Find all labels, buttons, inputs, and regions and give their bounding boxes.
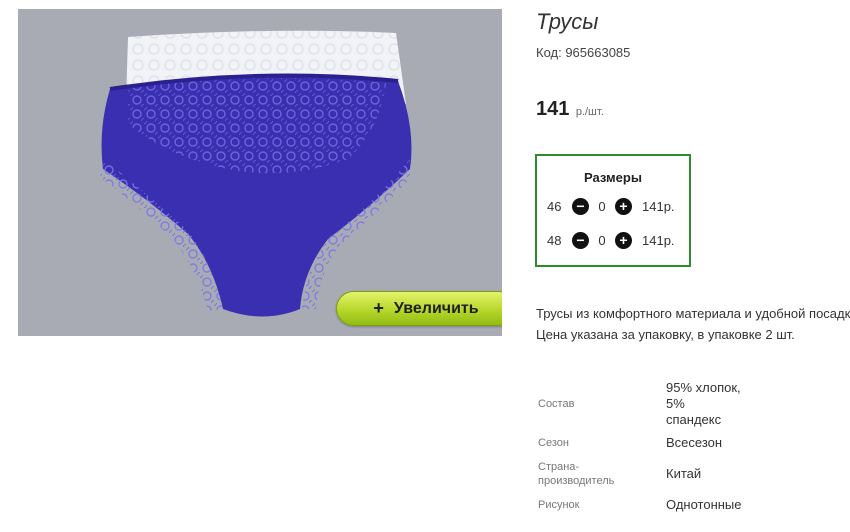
product-price: 141 р./шт. — [536, 98, 604, 121]
spec-value-line: 95% хлопок, — [666, 380, 741, 395]
spec-row-season: Сезон Всесезон — [538, 430, 742, 456]
spec-label: Сезон — [538, 437, 569, 449]
spec-label: Страна- производитель — [538, 456, 666, 492]
price-value: 141 — [536, 98, 570, 120]
product-code: Код: 965663085 — [536, 45, 631, 60]
sizes-header: Размеры — [584, 170, 642, 185]
spec-label: Рисунок — [538, 499, 580, 511]
spec-row-pattern: Рисунок Однотонные — [538, 492, 742, 518]
product-image[interactable]: + Увеличить — [18, 9, 502, 336]
size-quantity: 0 — [598, 198, 606, 214]
size-number: 46 — [547, 198, 562, 214]
spec-value-line: 5% — [666, 396, 685, 411]
specs-table: Состав 95% хлопок, 5% спандекс Сезон Все… — [538, 378, 742, 518]
zoom-button[interactable]: + Увеличить — [336, 291, 502, 326]
product-title: Трусы — [536, 9, 599, 34]
size-quantity: 0 — [598, 232, 606, 248]
product-photo — [100, 30, 412, 317]
spec-value: 95% хлопок, 5% спандекс — [666, 378, 742, 430]
size-price: 141р. — [642, 232, 675, 248]
spec-value: Китай — [666, 466, 702, 481]
plus-circle-icon[interactable]: + — [615, 197, 632, 215]
size-row: 48 − 0 + 141р. — [547, 230, 675, 250]
spec-label-line: Страна- — [538, 461, 580, 473]
spec-value-line: спандекс — [666, 412, 722, 427]
product-description: Трусы из комфортного материала и удобной… — [536, 306, 850, 342]
price-unit: р./шт. — [575, 106, 604, 118]
spec-label: Состав — [538, 398, 575, 410]
spec-row-country: Страна- производитель Китай — [538, 456, 742, 492]
size-row: 46 − 0 + 141р. — [547, 196, 675, 216]
size-price: 141р. — [642, 198, 675, 214]
plus-circle-icon[interactable]: + — [615, 231, 632, 249]
zoom-button-label: Увеличить — [393, 299, 479, 317]
spec-label-line: производитель — [538, 475, 615, 487]
minus-circle-icon[interactable]: − — [572, 197, 589, 215]
spec-value: Всесезон — [666, 435, 723, 450]
spec-value: Однотонные — [666, 497, 742, 512]
sizes-box: Размеры 46 − 0 + 141р. 48 − 0 + 141р. — [535, 154, 691, 267]
plus-icon: + — [373, 298, 384, 318]
spec-row-composition: Состав 95% хлопок, 5% спандекс — [538, 378, 742, 430]
minus-circle-icon[interactable]: − — [572, 231, 589, 249]
size-number: 48 — [547, 232, 562, 248]
